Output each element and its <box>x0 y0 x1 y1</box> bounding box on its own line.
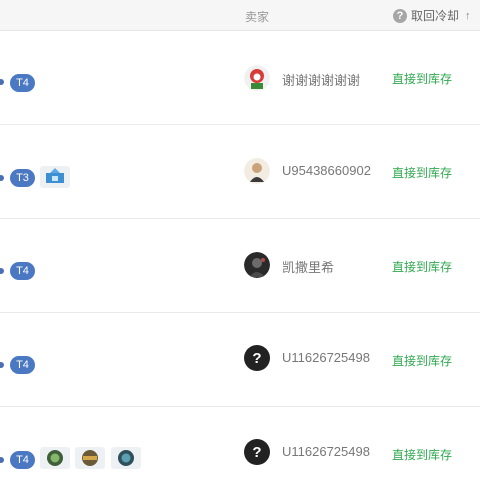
table-row: T4 ? U11626725498 直接到库存 <box>0 313 480 407</box>
tier-badge: T4 <box>10 356 35 374</box>
character-avatar-icon <box>244 158 270 184</box>
teal-team-sticker-icon <box>111 447 141 469</box>
table-row: T4 ? U11626725498 直接到库存 <box>0 407 480 500</box>
row-dot-icon <box>0 362 4 368</box>
row-dot-icon <box>0 457 4 463</box>
table-row: T4 凯撒里希 直接到库存 <box>0 219 480 313</box>
direct-to-inventory-link[interactable]: 直接到库存 <box>392 446 452 463</box>
sort-arrow-icon[interactable]: ↑ <box>465 10 471 22</box>
blue-crest-sticker-icon <box>40 166 70 188</box>
help-icon[interactable]: ? <box>393 8 407 23</box>
green-team-sticker-icon <box>40 447 70 469</box>
seller-column-header: 卖家 <box>245 10 270 24</box>
seller-name[interactable]: U95438660902 <box>282 163 371 178</box>
row-dot-icon <box>0 175 4 181</box>
tier-badge: T4 <box>10 74 35 92</box>
direct-to-inventory-link[interactable]: 直接到库存 <box>392 70 452 87</box>
row-dot-icon <box>0 79 4 85</box>
red-cartoon-avatar-icon <box>244 65 270 91</box>
table-header: 卖家 ? 取回冷却 ↑ <box>0 0 480 31</box>
question-mark-avatar-icon[interactable]: ? <box>244 439 270 465</box>
cooldown-label: 取回冷却 <box>411 9 460 23</box>
seller-avatar[interactable] <box>244 158 270 184</box>
question-mark-avatar-icon[interactable]: ? <box>244 345 270 371</box>
tier-badge: T4 <box>10 262 35 280</box>
direct-to-inventory-link[interactable]: 直接到库存 <box>392 352 452 369</box>
direct-to-inventory-link[interactable]: 直接到库存 <box>392 164 452 181</box>
direct-to-inventory-link[interactable]: 直接到库存 <box>392 258 452 275</box>
seller-name[interactable]: U11626725498 <box>282 444 370 459</box>
seller-name[interactable]: 谢谢谢谢谢谢 <box>282 70 360 89</box>
tier-badge: T3 <box>10 169 35 187</box>
table-row: T3 U95438660902 直接到库存 <box>0 125 480 219</box>
cooldown-column-header[interactable]: ? 取回冷却 ↑ <box>393 7 471 24</box>
seller-avatar[interactable] <box>244 252 270 278</box>
seller-name[interactable]: 凯撒里希 <box>282 257 334 276</box>
seller-avatar[interactable] <box>244 65 270 91</box>
dark-portrait-avatar-icon <box>244 252 270 278</box>
row-dot-icon <box>0 268 4 274</box>
seller-name[interactable]: U11626725498 <box>282 350 370 365</box>
tier-badge: T4 <box>10 451 35 469</box>
table-row: T4 谢谢谢谢谢谢 直接到库存 <box>0 31 480 125</box>
gold-team-sticker-icon <box>75 447 105 469</box>
